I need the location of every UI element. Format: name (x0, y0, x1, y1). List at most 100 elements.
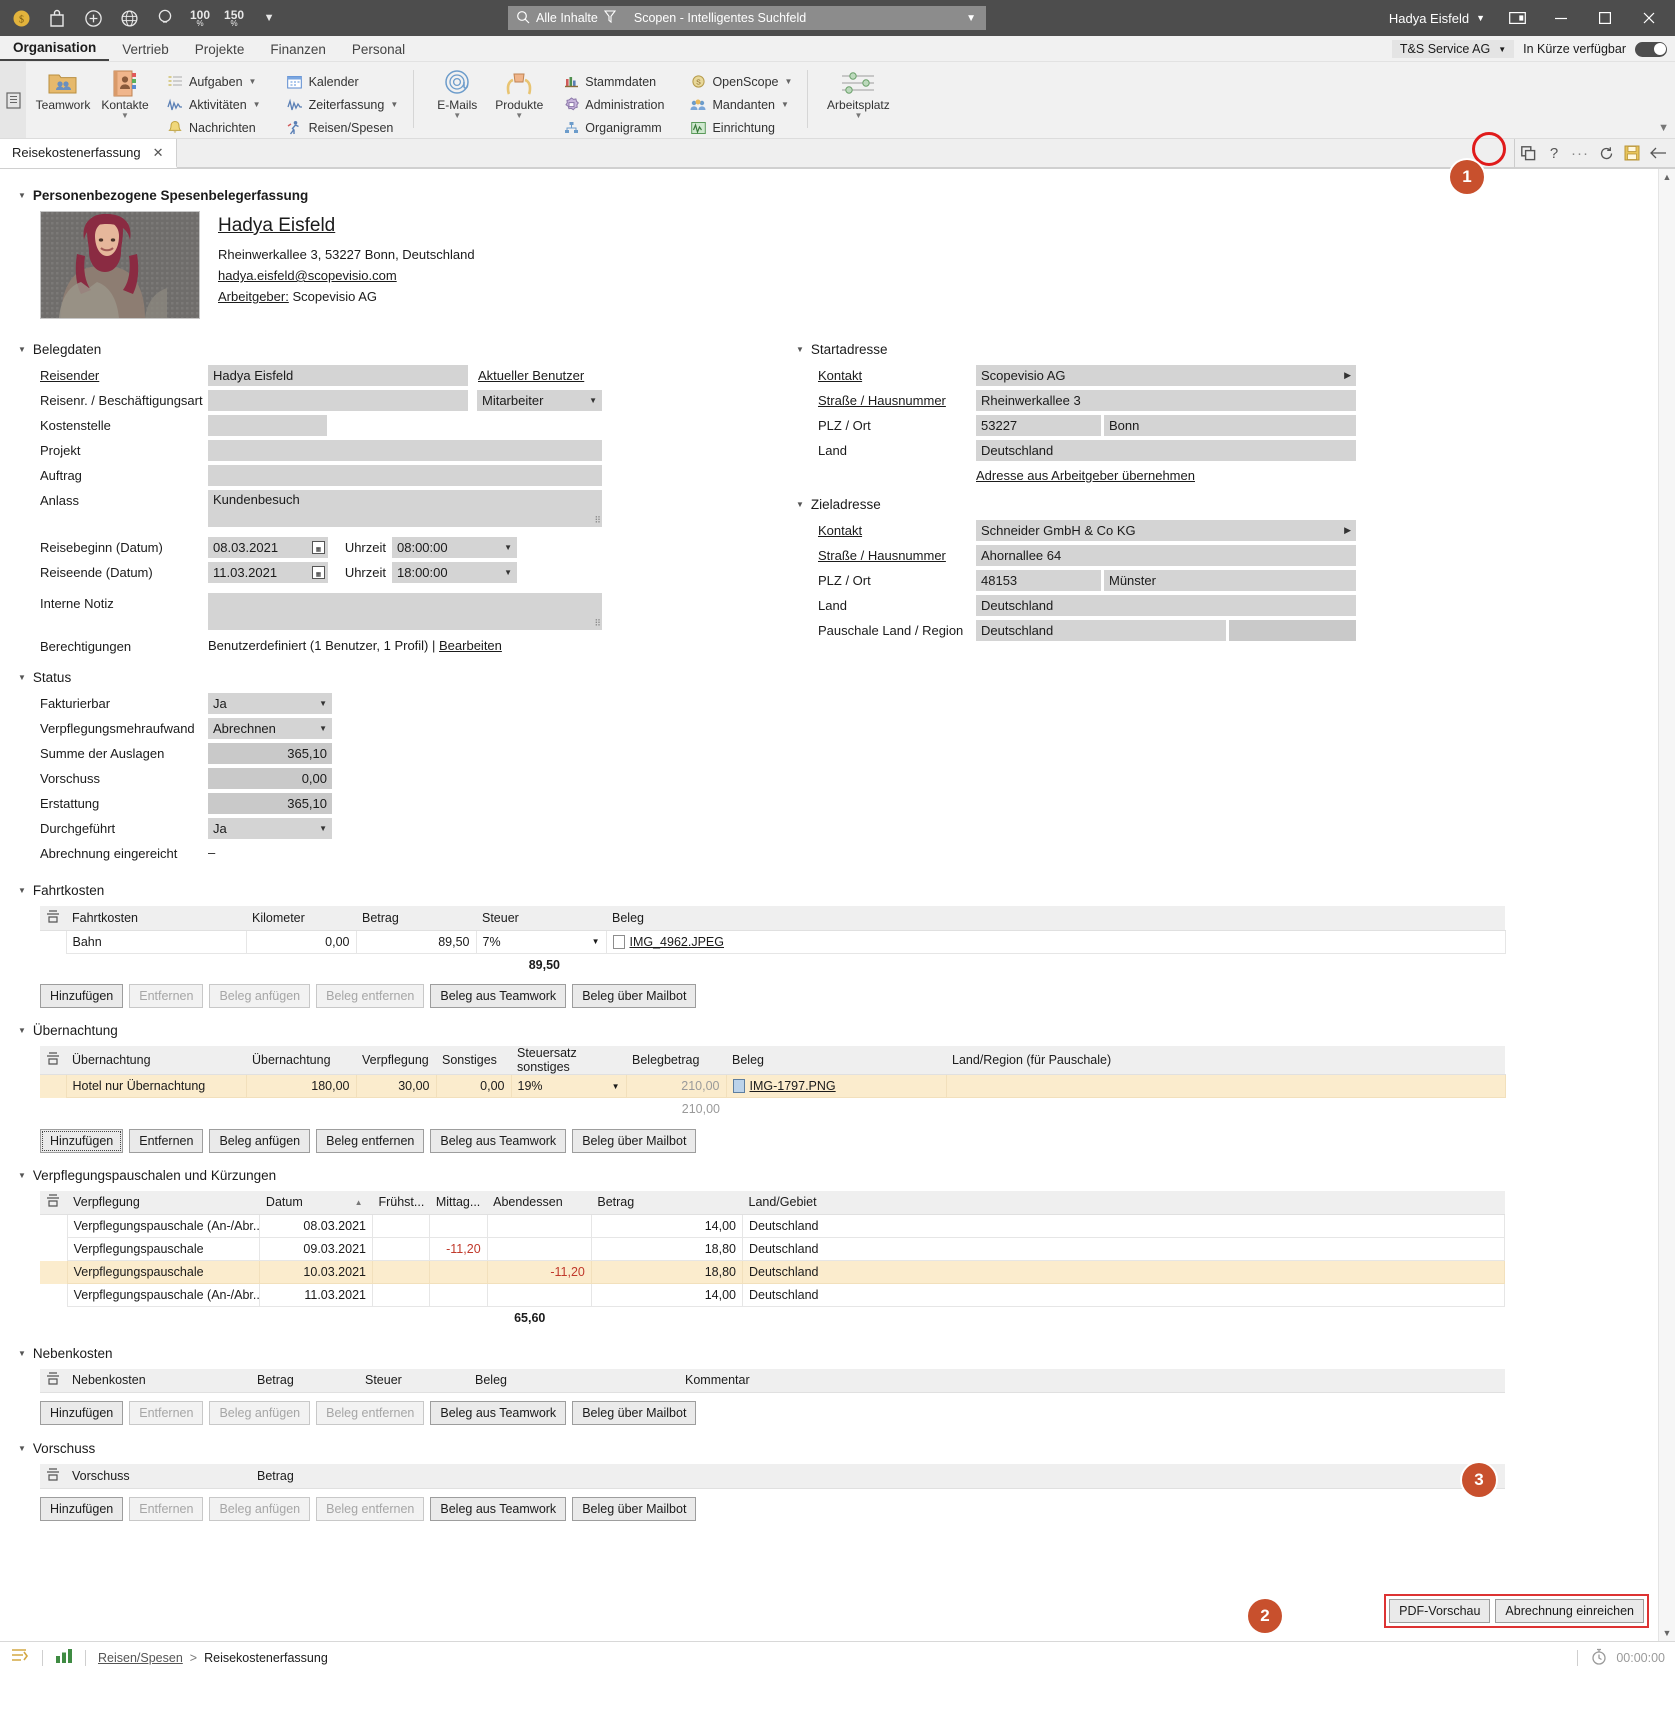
ribbon-item-openscope[interactable]: S OpenScope ▼ (687, 71, 795, 92)
cell-verpflegung-mittag[interactable] (429, 1283, 488, 1307)
column-settings-icon[interactable] (40, 1046, 66, 1075)
cell-verpflegung-betrag[interactable]: 18,80 (590, 1237, 744, 1261)
resize-grip-icon[interactable]: ⠿ (594, 618, 601, 629)
cell-uebernachtung-beleg[interactable]: IMG-1797.PNG (725, 1074, 947, 1098)
close-button[interactable] (1627, 0, 1671, 36)
select-reisebeginn-time[interactable]: 08:00:00 ▼ (392, 537, 517, 558)
fahrtkosten-beleg-teamwork-button[interactable]: Beleg aus Teamwork (430, 984, 567, 1008)
field-label-start-strasse[interactable]: Straße / Hausnummer (796, 390, 976, 408)
column-settings-icon[interactable] (40, 1190, 68, 1215)
ribbon-tab-projekte[interactable]: Projekte (182, 39, 258, 61)
select-fakturierbar[interactable]: Ja ▼ (208, 693, 332, 714)
ribbon-tab-organisation[interactable]: Organisation (0, 37, 110, 61)
cell-verpflegung-betrag[interactable]: 14,00 (590, 1214, 744, 1238)
chevron-down-icon[interactable]: ▼ (18, 1349, 26, 1358)
minimize-button[interactable] (1539, 0, 1583, 36)
cell-uebernachtung-betrag[interactable]: 180,00 (245, 1074, 357, 1098)
chevron-down-icon[interactable]: ▼ (18, 1171, 26, 1180)
field-start-ort[interactable]: Bonn (1104, 415, 1356, 436)
zoom-100-icon[interactable]: 100% (190, 9, 210, 28)
ribbon-item-aufgaben[interactable]: Aufgaben ▼ (164, 71, 264, 92)
table-verpflegung-col-5[interactable]: Betrag (591, 1190, 743, 1215)
field-projekt[interactable] (208, 440, 602, 461)
table-nebenkosten-col-3[interactable]: Beleg (469, 1368, 679, 1393)
refresh-icon[interactable] (1593, 139, 1619, 168)
field-label-reisender[interactable]: Reisender (18, 365, 208, 383)
calendar-icon[interactable]: ▦ (312, 566, 325, 579)
cell-verpflegung-abendessen[interactable] (486, 1214, 592, 1238)
cell-fahrtkosten-beleg-link[interactable]: IMG_4962.JPEG (630, 935, 725, 949)
cell-verpflegung-datum[interactable]: 10.03.2021 (259, 1260, 373, 1284)
calendar-icon[interactable]: ▦ (312, 541, 325, 554)
table-fahrtkosten-col-3[interactable]: Steuer (476, 906, 606, 931)
ribbon-item-kalender[interactable]: Kalender (284, 71, 402, 92)
section-header-verpflegung[interactable]: ▼ Verpflegungspauschalen und Kürzungen (18, 1168, 1645, 1183)
workflow-icon[interactable] (10, 1647, 30, 1668)
ribbon-collapse-caret-icon[interactable]: ▼ (1658, 122, 1669, 134)
uebernachtung-beleg-anfuegen-button[interactable]: Beleg anfügen (209, 1128, 311, 1153)
field-reisender[interactable]: Hadya Eisfeld (208, 365, 468, 386)
cell-verpflegung-abendessen[interactable] (486, 1237, 592, 1261)
duplicate-icon[interactable] (1515, 139, 1541, 168)
cell-verpflegung-datum[interactable]: 09.03.2021 (259, 1237, 373, 1261)
field-ziel-land[interactable]: Deutschland (976, 595, 1356, 616)
cell-verpflegung-art[interactable]: Verpflegungspauschale (66, 1237, 261, 1261)
ribbon-rail-icon[interactable] (0, 62, 26, 138)
ribbon-button-arbeitsplatz[interactable]: Arbeitsplatz ▼ (820, 66, 896, 120)
chevron-down-icon[interactable]: ▼ (18, 191, 26, 200)
chevron-down-icon[interactable]: ▼ (18, 1026, 26, 1035)
close-icon[interactable]: ✕ (153, 145, 164, 161)
field-start-plz[interactable]: 53227 (976, 415, 1101, 436)
field-pauschale-land[interactable]: Deutschland (976, 620, 1226, 641)
resize-grip-icon[interactable]: ⠿ (594, 515, 601, 526)
table-verpflegung-col-2[interactable]: Frühst... (372, 1190, 430, 1215)
table-row[interactable]: Hotel nur Übernachtung 180,00 30,00 0,00… (40, 1074, 1506, 1098)
cell-verpflegung-land[interactable]: Deutschland (742, 1283, 1505, 1307)
cell-verpflegung-land[interactable]: Deutschland (742, 1260, 1505, 1284)
ribbon-button-arbeitsplatz-caret-icon[interactable]: ▼ (854, 112, 862, 120)
back-arrow-icon[interactable] (1645, 139, 1671, 168)
cell-verpflegung-fruehstueck[interactable] (371, 1260, 431, 1284)
field-pauschale-region[interactable] (1229, 620, 1356, 641)
chevron-down-icon[interactable]: ▼ (18, 1444, 26, 1453)
company-selector[interactable]: T&S Service AG ▼ (1391, 40, 1515, 58)
table-fahrtkosten-col-0[interactable]: Fahrtkosten (66, 906, 246, 931)
fahrtkosten-beleg-mailbot-button[interactable]: Beleg über Mailbot (572, 984, 697, 1008)
uebernachtung-beleg-mailbot-button[interactable]: Beleg über Mailbot (572, 1128, 697, 1153)
link-berechtigungen-bearbeiten[interactable]: Bearbeiten (439, 638, 502, 653)
section-header-person[interactable]: ▼ Personenbezogene Spesenbelegerfassung (18, 188, 1645, 203)
fahrtkosten-beleg-anfuegen-button[interactable]: Beleg anfügen (209, 984, 311, 1008)
uebernachtung-entfernen-button[interactable]: Entfernen (129, 1128, 204, 1153)
cell-verpflegung-fruehstueck[interactable] (371, 1237, 431, 1261)
cell-uebernachtung-verpflegung[interactable]: 30,00 (355, 1074, 437, 1098)
select-reiseende-time[interactable]: 18:00:00 ▼ (392, 562, 517, 583)
field-kostenstelle[interactable] (208, 415, 327, 436)
ribbon-item-aktivitaeten[interactable]: Aktivitäten ▼ (164, 94, 264, 115)
availability-toggle[interactable] (1635, 41, 1667, 57)
vorschuss-hinzufuegen-button[interactable]: Hinzufügen (40, 1496, 124, 1521)
fahrtkosten-entfernen-button[interactable]: Entfernen (129, 984, 204, 1008)
field-auftrag[interactable] (208, 465, 602, 486)
table-fahrtkosten-col-4[interactable]: Beleg (606, 906, 1505, 931)
section-header-zieladresse[interactable]: ▼ Zieladresse (796, 497, 1645, 512)
section-header-startadresse[interactable]: ▼ Startadresse (796, 342, 1645, 357)
cell-fahrtkosten-steuer[interactable]: 7% ▼ (475, 929, 607, 954)
chevron-down-icon[interactable]: ▼ (18, 673, 26, 682)
table-uebernachtung-col-7[interactable]: Land/Region (für Pauschale) (946, 1046, 1505, 1075)
cell-verpflegung-art[interactable]: Verpflegungspauschale (An-/Abr... (66, 1214, 261, 1238)
ribbon-button-produkte[interactable]: Produkte ▼ (488, 66, 550, 120)
cell-verpflegung-mittag[interactable] (429, 1214, 488, 1238)
nebenkosten-entfernen-button[interactable]: Entfernen (129, 1401, 204, 1425)
search-scope[interactable]: Alle Inhalte (508, 10, 624, 27)
field-reisebeginn-date[interactable]: 08.03.2021 ▦ (208, 537, 328, 558)
table-nebenkosten-col-1[interactable]: Betrag (251, 1368, 359, 1393)
ribbon-tab-vertrieb[interactable]: Vertrieb (109, 39, 182, 61)
search-input[interactable]: Scopen - Intelligentes Suchfeld (624, 11, 966, 25)
uebernachtung-beleg-teamwork-button[interactable]: Beleg aus Teamwork (430, 1128, 567, 1153)
chevron-down-icon[interactable]: ▼ (796, 345, 804, 354)
cell-verpflegung-land[interactable]: Deutschland (742, 1214, 1505, 1238)
ribbon-item-stammdaten[interactable]: Stammdaten (560, 71, 667, 92)
vorschuss-beleg-teamwork-button[interactable]: Beleg aus Teamwork (430, 1496, 567, 1521)
save-icon[interactable] (1619, 139, 1645, 168)
user-menu[interactable]: Hadya Eisfeld ▼ (1379, 11, 1495, 26)
